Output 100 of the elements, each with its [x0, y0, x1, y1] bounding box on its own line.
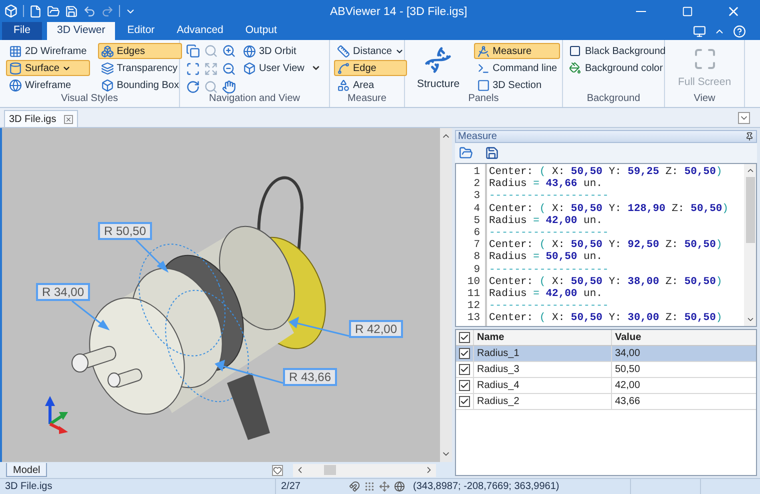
table-cell: Radius_4 — [474, 378, 612, 393]
layout-tab[interactable]: Model — [6, 463, 48, 477]
ribbon-button[interactable]: Surface — [6, 60, 90, 76]
3d-viewport[interactable]: R 50,50 R 34,00 R 42,00 R 43,66 — [0, 128, 440, 462]
dimension-label[interactable]: R 34,00 — [36, 283, 90, 301]
ribbon-button[interactable]: Measure — [474, 43, 560, 59]
edge-icon — [337, 62, 350, 74]
column-header[interactable]: Name — [474, 330, 612, 345]
ribbon-button[interactable]: User View — [240, 60, 308, 76]
ribbon-tab[interactable]: Editor — [117, 22, 165, 40]
scan-icon[interactable] — [186, 62, 200, 76]
column-header[interactable]: Value — [612, 330, 756, 345]
group-label: Measure — [346, 93, 388, 106]
table-cell-text: 34,00 — [614, 347, 642, 361]
leader-line — [214, 360, 284, 384]
ribbon-button[interactable]: Bounding Box — [98, 77, 182, 93]
scroll-thumb[interactable] — [324, 465, 336, 475]
wireframe-grid-icon — [9, 44, 22, 58]
help-icon[interactable] — [733, 25, 746, 38]
code-line: Radius = 42,00 un. — [489, 288, 602, 300]
table-row[interactable]: Radius_1 34,00 — [456, 346, 756, 362]
table-row[interactable]: Radius_4 42,00 — [456, 378, 756, 394]
ribbon-button[interactable]: Background color — [567, 60, 668, 76]
vertical-scrollbar[interactable] — [744, 164, 756, 326]
line-number: 13 — [467, 312, 480, 325]
panel-menu-icon[interactable] — [738, 112, 750, 124]
code-line: ------------------- — [489, 264, 609, 276]
vertical-scrollbar[interactable] — [440, 128, 452, 462]
pin-icon[interactable] — [745, 132, 754, 141]
fullscreen-icon — [692, 47, 716, 71]
zoom-in-icon[interactable] — [222, 44, 236, 58]
ribbon-tab[interactable]: File — [2, 22, 42, 40]
ribbon-button[interactable]: Area — [334, 77, 407, 93]
line-number: 1 — [474, 166, 480, 178]
layers-icon — [100, 62, 114, 74]
code-line: Center: ( X: 50,50 Y: 92,50 Z: 50,50) — [489, 239, 722, 252]
checkbox[interactable] — [459, 380, 470, 391]
leader-line — [288, 316, 350, 337]
dimension-label[interactable]: R 50,50 — [98, 222, 152, 240]
new-file-icon[interactable] — [29, 4, 42, 18]
ribbon-button[interactable]: Black Background — [567, 43, 668, 59]
horizontal-scrollbar[interactable] — [293, 464, 436, 476]
scroll-up-icon[interactable] — [746, 166, 754, 175]
table-cell: Radius_2 — [474, 394, 612, 409]
rotate-icon[interactable] — [186, 80, 200, 94]
scroll-down-icon[interactable] — [746, 315, 754, 324]
open-folder-icon[interactable] — [459, 146, 473, 160]
ribbon-button[interactable]: Edge — [334, 60, 407, 76]
code-line: Radius = 50,50 un. — [489, 251, 602, 264]
ribbon-button[interactable]: 3D Section — [474, 77, 560, 93]
window-layout-icon[interactable] — [693, 25, 706, 38]
dimension-label[interactable]: R 43,66 — [283, 368, 338, 386]
save-icon[interactable] — [485, 146, 499, 160]
ribbon-button[interactable]: Distance — [334, 43, 407, 59]
document-tab[interactable]: 3D File.igs — [4, 110, 78, 127]
dimension-label[interactable]: R 42,00 — [349, 320, 404, 338]
ribbon-button[interactable]: Wireframe — [6, 77, 90, 93]
line-number: 12 — [467, 300, 480, 312]
orbit-globe-icon — [243, 44, 256, 58]
dna-icon — [424, 46, 452, 74]
ribbon-tab[interactable]: Output — [235, 22, 287, 40]
undo-icon[interactable] — [83, 4, 96, 18]
caret-icon[interactable] — [311, 63, 322, 73]
window-title: ABViewer 14 - [3D File.igs] — [330, 5, 468, 20]
cube-icon — [100, 78, 114, 92]
table-row[interactable]: Radius_3 50,50 — [456, 362, 756, 378]
group-label: Background — [586, 93, 642, 106]
ribbon-button[interactable]: 2D Wireframe — [6, 43, 90, 59]
ribbon-button[interactable]: 3D Orbit — [240, 43, 308, 59]
status-coordinates: (343,8987; -208,7669; 363,9961) — [412, 480, 560, 494]
panel-title: Measure — [458, 130, 497, 144]
ribbon-tab[interactable]: Advanced — [166, 22, 234, 40]
code-line: Radius = 43,66 un. — [489, 178, 602, 190]
checkbox[interactable] — [459, 348, 470, 359]
table-row[interactable]: Radius_2 43,66 — [456, 394, 756, 410]
status-file: 3D File.igs — [4, 480, 54, 494]
copy-icon[interactable] — [186, 44, 200, 58]
scroll-thumb[interactable] — [746, 177, 754, 243]
zoom-out-icon[interactable] — [222, 62, 236, 76]
line-number: 4 — [474, 202, 480, 215]
table-cell: Radius_1 — [474, 346, 612, 361]
axis-triad-icon — [45, 396, 68, 434]
group-label: Navigation and View — [208, 93, 301, 106]
grid-dots-icon[interactable] — [364, 481, 375, 492]
ruler-icon — [337, 44, 350, 58]
line-number: 7 — [474, 239, 480, 252]
checkbox[interactable] — [459, 364, 470, 375]
structure-button[interactable]: Structure — [409, 43, 468, 93]
ribbon-button[interactable]: Command line — [474, 60, 560, 76]
line-number: 3 — [474, 190, 480, 203]
hand-icon[interactable] — [222, 80, 236, 94]
line-number: 5 — [474, 214, 480, 228]
checkbox[interactable] — [459, 332, 470, 343]
ribbon-tab[interactable]: 3D Viewer — [47, 22, 116, 40]
magnet-icon[interactable] — [349, 481, 360, 492]
ribbon-button[interactable]: Edges — [98, 43, 182, 59]
code-line: ------------------- — [489, 227, 609, 240]
checkbox[interactable] — [459, 396, 470, 407]
ribbon-button[interactable]: Transparency — [98, 60, 182, 76]
close-icon[interactable] — [64, 114, 74, 124]
